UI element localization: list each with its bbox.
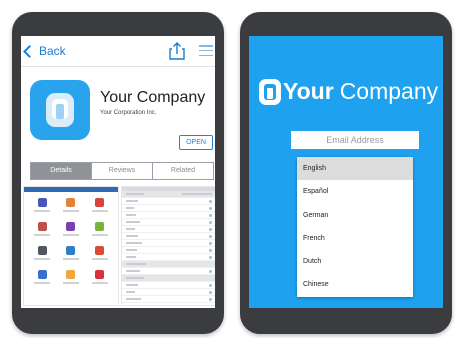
mini-tile [85,222,114,236]
mini-tile [85,198,114,212]
mini-list-row [122,191,215,198]
brand-logo: Your Company [259,78,438,105]
app-publisher: Your Corporation Inc. [100,110,157,116]
mini-list-row [122,226,215,233]
language-option-chinese[interactable]: Chinese [297,273,413,296]
back-label: Back [39,44,66,58]
mini-list-row [122,254,215,261]
language-option-english[interactable]: English [297,157,413,181]
language-option-dutch[interactable]: Dutch [297,250,413,273]
mini-tile [57,246,86,260]
mini-icon-grid [24,192,118,290]
segmented-tabs: Details Reviews Related [30,162,214,180]
language-option-french[interactable]: French [297,227,413,250]
right-tablet-device: Your Company English Español German Fren… [240,12,452,334]
chevron-left-icon [23,44,36,58]
mini-list-row [122,282,215,289]
list-menu-icon[interactable] [199,45,213,56]
mini-list-row [122,212,215,219]
open-button[interactable]: OPEN [179,135,213,150]
app-store-screen: Back Your Company Your Corporation Inc. … [21,36,215,308]
nav-bar: Back [21,36,215,67]
mini-tile [28,270,57,284]
tab-related[interactable]: Related [152,163,213,179]
language-option-espanol[interactable]: Español [297,180,413,203]
mini-list-row [122,275,215,282]
language-dropdown: English Español German French Dutch Chin… [297,157,413,297]
mini-tile [57,222,86,236]
mini-list-row [122,289,215,296]
mini-list-row [122,268,215,275]
email-field[interactable] [291,131,419,149]
mini-list-row [122,198,215,205]
share-icon[interactable] [169,42,185,60]
tab-details[interactable]: Details [31,163,91,179]
mini-list-row [122,219,215,226]
mini-list-row [122,233,215,240]
left-tablet-device: Back Your Company Your Corporation Inc. … [12,12,224,334]
mini-tile [85,270,114,284]
brand-name-light: Company [339,78,439,104]
mini-tile [85,246,114,260]
app-icon [30,80,90,140]
mini-list-row [122,240,215,247]
mini-tile [28,246,57,260]
tab-reviews[interactable]: Reviews [91,163,152,179]
mini-tile [28,222,57,236]
mini-list-row [122,303,215,305]
mini-tile [57,270,86,284]
mini-tile [57,198,86,212]
back-button[interactable]: Back [23,44,66,58]
app-screenshot-settings[interactable] [121,186,215,306]
app-logo-icon [46,93,74,127]
app-screenshot-dashboard[interactable] [23,186,119,306]
mini-list-row [122,205,215,212]
brand-name-bold: Your [283,78,334,104]
mini-list-row [122,247,215,254]
mini-list-row [122,296,215,303]
language-option-german[interactable]: German [297,204,413,227]
mini-tile [28,198,57,212]
app-title: Your Company [100,89,206,106]
app-logo-icon [259,78,281,105]
mini-list-row [122,261,215,268]
login-screen: Your Company English Español German Fren… [249,36,443,308]
